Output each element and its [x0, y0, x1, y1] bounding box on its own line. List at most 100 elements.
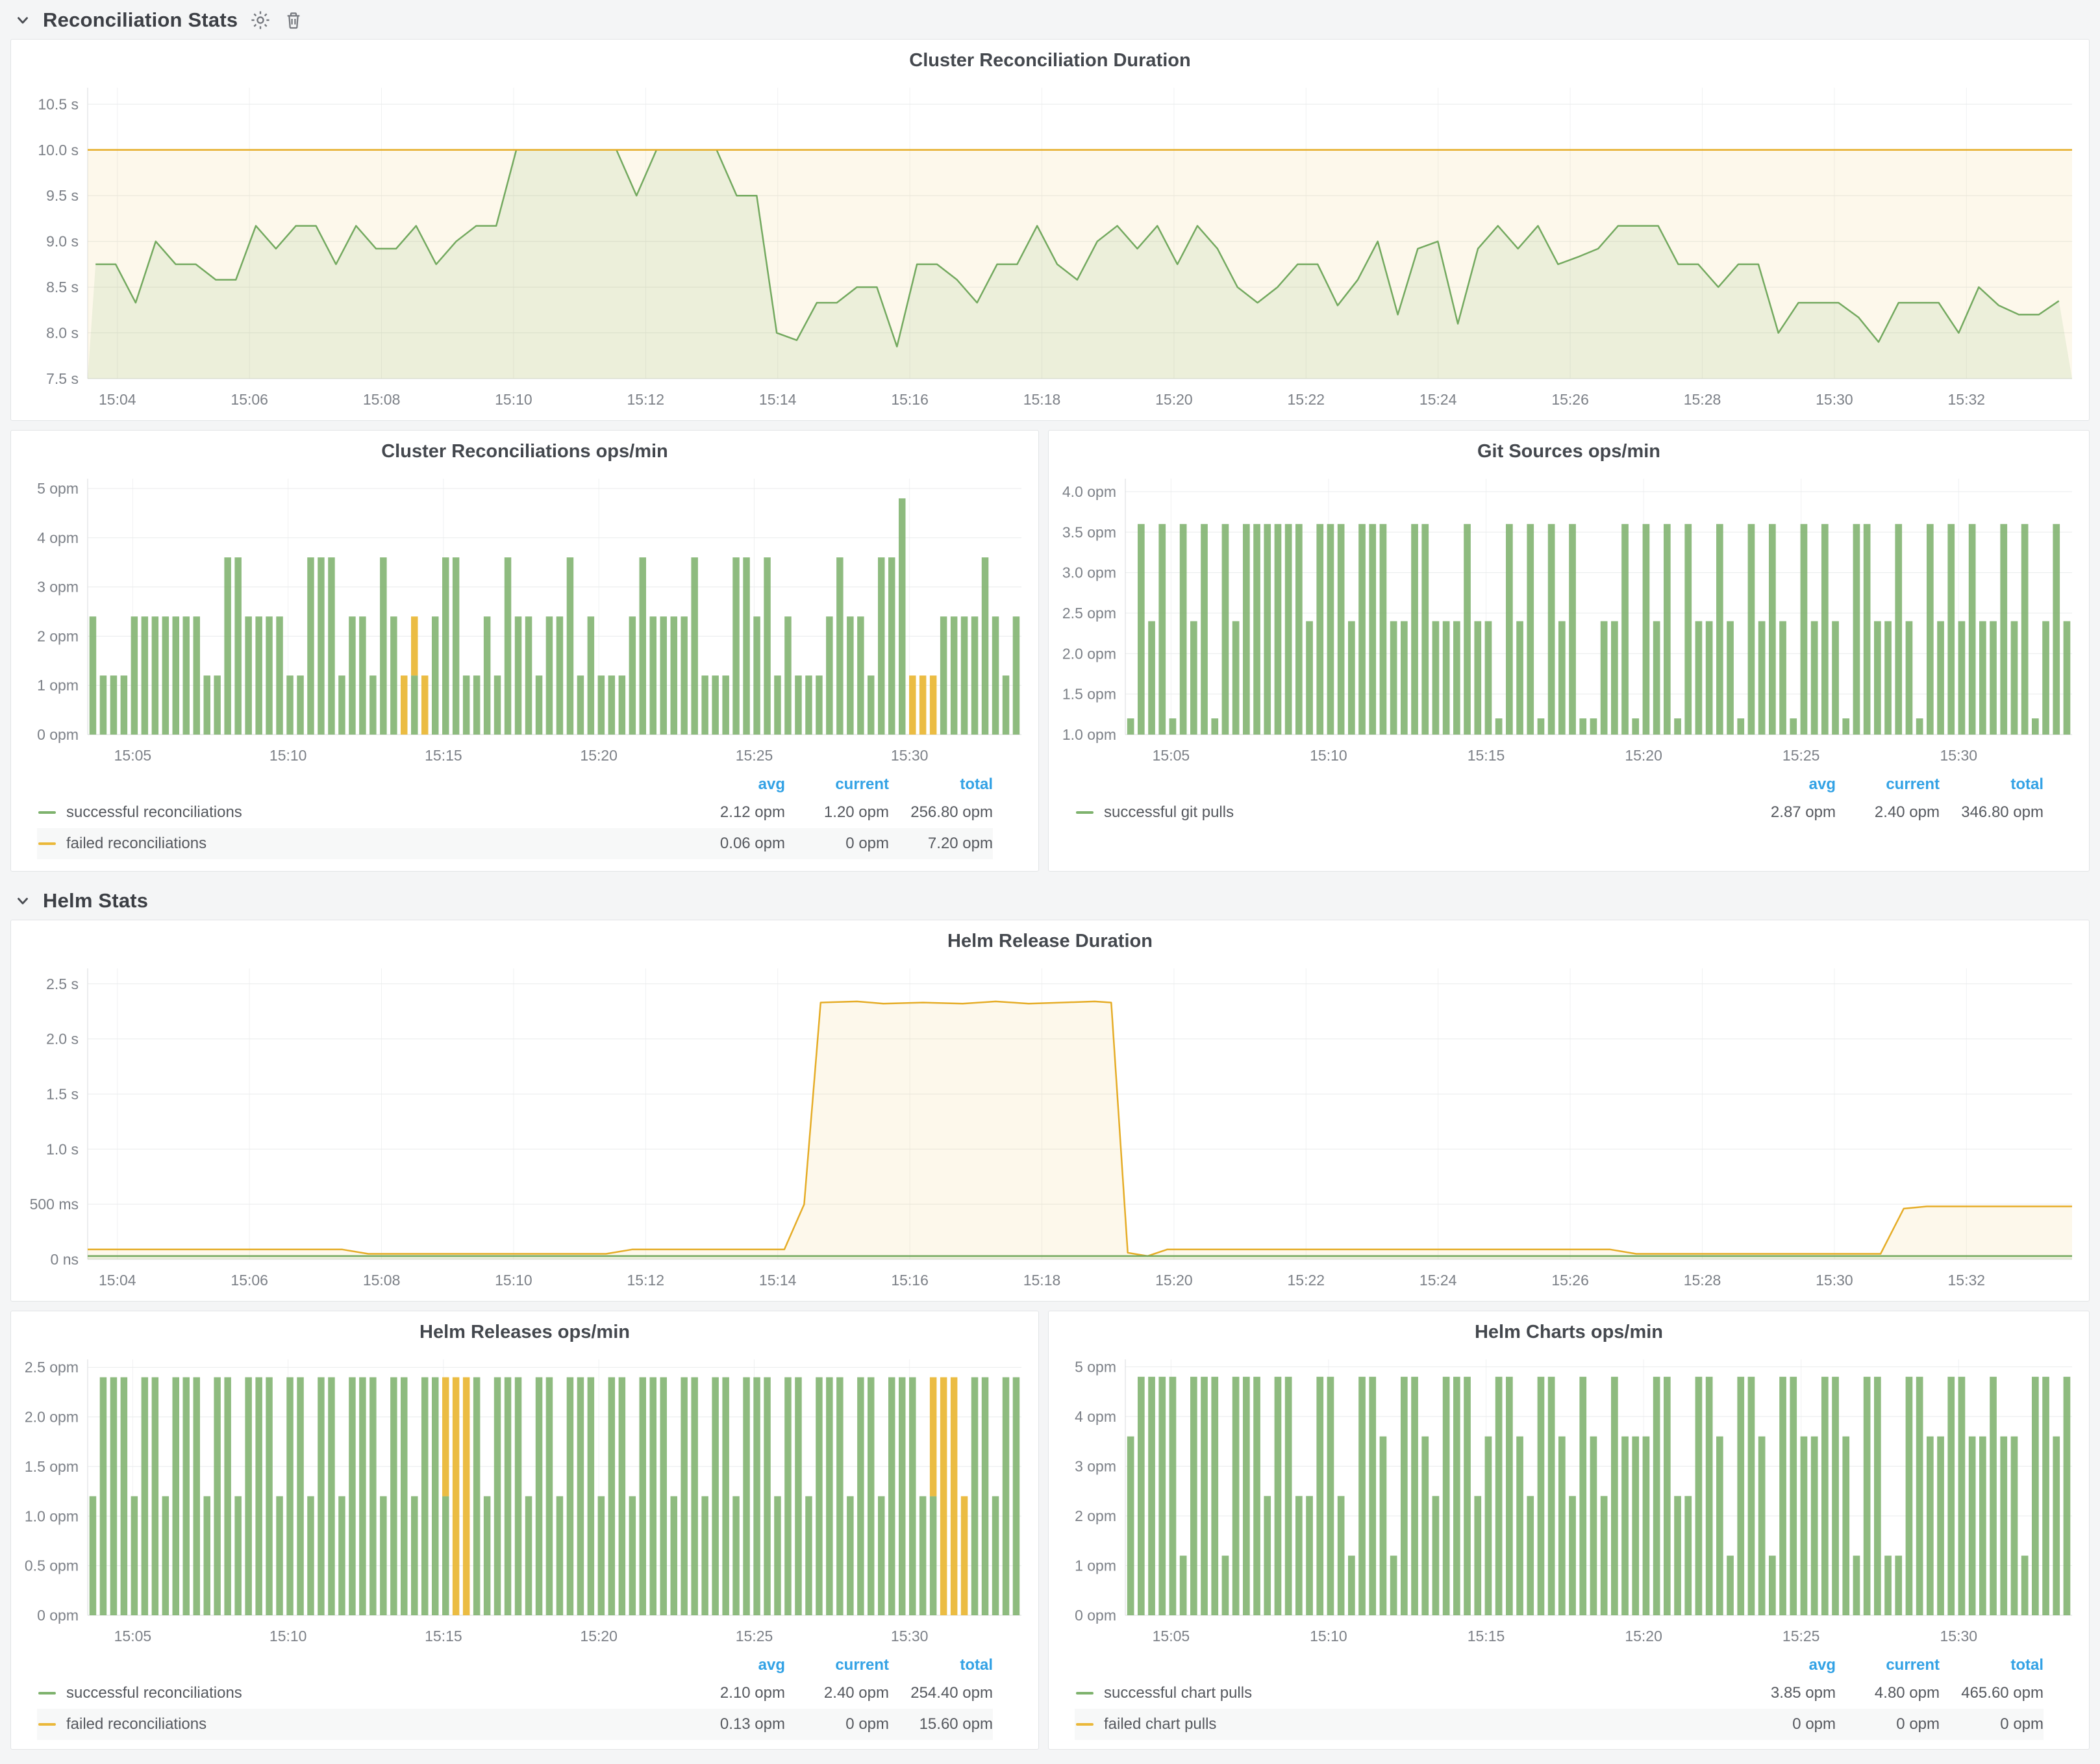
- series-avg: 2.12 opm: [681, 803, 785, 822]
- svg-text:15:05: 15:05: [1153, 1628, 1190, 1644]
- series-name[interactable]: successful chart pulls: [1104, 1684, 1732, 1702]
- series-name[interactable]: successful reconciliations: [66, 1684, 681, 1702]
- git-sources-chart[interactable]: 1.0 opm1.5 opm2.0 opm2.5 opm3.0 opm3.5 o…: [1049, 463, 2089, 771]
- svg-text:15:05: 15:05: [114, 747, 152, 764]
- legend-row: failed reconciliations 0.13 opm 0 opm 15…: [37, 1709, 993, 1740]
- panel-title[interactable]: Cluster Reconciliations ops/min: [11, 431, 1038, 463]
- panel-title[interactable]: Helm Release Duration: [11, 920, 2089, 953]
- legend-col-avg[interactable]: avg: [681, 1656, 785, 1674]
- svg-text:10.0 s: 10.0 s: [38, 142, 79, 158]
- legend-col-avg[interactable]: avg: [1732, 1656, 1836, 1674]
- svg-text:0 opm: 0 opm: [1075, 1607, 1116, 1624]
- svg-text:4 opm: 4 opm: [1075, 1408, 1116, 1425]
- panel-helm-release-duration: Helm Release Duration 0 ns500 ms1.0 s1.5…: [10, 920, 2090, 1302]
- legend: avg current total successful chart pulls…: [1049, 1652, 2089, 1746]
- svg-text:15:32: 15:32: [1948, 391, 1986, 408]
- svg-text:15:05: 15:05: [114, 1628, 152, 1644]
- svg-text:15:08: 15:08: [363, 391, 401, 408]
- cluster-reconciliations-chart[interactable]: 0 opm1 opm2 opm3 opm4 opm5 opm15:0515:10…: [11, 463, 1038, 771]
- svg-text:15:10: 15:10: [269, 747, 307, 764]
- svg-text:15:10: 15:10: [269, 1628, 307, 1644]
- legend-col-current[interactable]: current: [785, 1656, 889, 1674]
- legend-col-total[interactable]: total: [1940, 1656, 2044, 1674]
- legend: avg current total successful reconciliat…: [11, 1652, 1038, 1746]
- svg-text:15:26: 15:26: [1551, 1272, 1589, 1289]
- svg-text:15:30: 15:30: [1940, 1628, 1978, 1644]
- panel-title[interactable]: Git Sources ops/min: [1049, 431, 2089, 463]
- series-color-dash: [1076, 811, 1094, 814]
- svg-text:15:16: 15:16: [891, 1272, 929, 1289]
- svg-text:15:25: 15:25: [736, 1628, 773, 1644]
- panel-title[interactable]: Helm Charts ops/min: [1049, 1311, 2089, 1344]
- legend-col-total[interactable]: total: [889, 1656, 993, 1674]
- series-avg: 0.06 opm: [681, 835, 785, 853]
- trash-icon[interactable]: [283, 10, 304, 31]
- svg-text:15:14: 15:14: [759, 1272, 797, 1289]
- svg-text:15:12: 15:12: [627, 1272, 665, 1289]
- legend-row: failed chart pulls 0 opm 0 opm 0 opm: [1075, 1709, 2044, 1740]
- chevron-down-icon[interactable]: [14, 12, 31, 29]
- legend-col-avg[interactable]: avg: [1732, 775, 1836, 794]
- svg-text:15:26: 15:26: [1551, 391, 1589, 408]
- series-current: 4.80 opm: [1836, 1684, 1940, 1702]
- svg-text:15:15: 15:15: [1468, 1628, 1505, 1644]
- series-total: 15.60 opm: [889, 1715, 993, 1733]
- svg-text:15:10: 15:10: [1310, 747, 1347, 764]
- series-current: 0 opm: [785, 1715, 889, 1733]
- svg-text:15:06: 15:06: [231, 1272, 268, 1289]
- series-avg: 2.10 opm: [681, 1684, 785, 1702]
- legend-col-total[interactable]: total: [1940, 775, 2044, 794]
- helm-release-duration-chart[interactable]: 0 ns500 ms1.0 s1.5 s2.0 s2.5 s15:0415:06…: [11, 953, 2089, 1296]
- legend-col-total[interactable]: total: [889, 775, 993, 794]
- series-name[interactable]: successful reconciliations: [66, 803, 681, 822]
- svg-text:15:30: 15:30: [891, 747, 929, 764]
- series-name[interactable]: failed reconciliations: [66, 835, 681, 853]
- svg-text:15:18: 15:18: [1023, 1272, 1061, 1289]
- chevron-down-icon[interactable]: [14, 892, 31, 909]
- svg-text:2.5 opm: 2.5 opm: [1062, 605, 1116, 622]
- series-total: 0 opm: [1940, 1715, 2044, 1733]
- svg-text:15:16: 15:16: [891, 391, 929, 408]
- panel-title[interactable]: Helm Releases ops/min: [11, 1311, 1038, 1344]
- series-color-dash: [38, 1692, 56, 1695]
- svg-text:15:28: 15:28: [1684, 391, 1721, 408]
- series-name[interactable]: failed chart pulls: [1104, 1715, 1732, 1733]
- helm-charts-chart[interactable]: 0 opm1 opm2 opm3 opm4 opm5 opm15:0515:10…: [1049, 1344, 2089, 1652]
- series-name[interactable]: successful git pulls: [1104, 803, 1732, 822]
- svg-text:15:04: 15:04: [99, 1272, 136, 1289]
- svg-text:15:20: 15:20: [1155, 1272, 1193, 1289]
- svg-text:15:18: 15:18: [1023, 391, 1061, 408]
- svg-text:15:10: 15:10: [1310, 1628, 1347, 1644]
- svg-text:15:30: 15:30: [1816, 1272, 1853, 1289]
- series-total: 346.80 opm: [1940, 803, 2044, 822]
- legend-col-current[interactable]: current: [1836, 1656, 1940, 1674]
- helm-releases-chart[interactable]: 0 opm0.5 opm1.0 opm1.5 opm2.0 opm2.5 opm…: [11, 1344, 1038, 1652]
- svg-text:1.5 opm: 1.5 opm: [25, 1458, 79, 1475]
- svg-text:15:15: 15:15: [425, 747, 462, 764]
- svg-text:2 opm: 2 opm: [1075, 1507, 1116, 1524]
- gear-icon[interactable]: [249, 9, 271, 31]
- svg-text:15:25: 15:25: [1782, 1628, 1820, 1644]
- legend: avg current total successful reconciliat…: [11, 771, 1038, 866]
- series-current: 2.40 opm: [785, 1684, 889, 1702]
- legend-col-current[interactable]: current: [1836, 775, 1940, 794]
- legend-col-current[interactable]: current: [785, 775, 889, 794]
- legend-col-avg[interactable]: avg: [681, 775, 785, 794]
- series-current: 2.40 opm: [1836, 803, 1940, 822]
- series-name[interactable]: failed reconciliations: [66, 1715, 681, 1733]
- svg-text:1.5 opm: 1.5 opm: [1062, 686, 1116, 703]
- series-total: 254.40 opm: [889, 1684, 993, 1702]
- section-header-helm[interactable]: Helm Stats: [0, 881, 2100, 920]
- series-total: 7.20 opm: [889, 835, 993, 853]
- svg-text:15:28: 15:28: [1684, 1272, 1721, 1289]
- svg-text:9.5 s: 9.5 s: [46, 187, 79, 204]
- cluster-reconciliation-duration-chart[interactable]: 7.5 s8.0 s8.5 s9.0 s9.5 s10.0 s10.5 s15:…: [11, 72, 2089, 415]
- legend-row: successful chart pulls 3.85 opm 4.80 opm…: [1075, 1678, 2044, 1709]
- section-header-reconciliation[interactable]: Reconciliation Stats: [0, 0, 2100, 39]
- svg-text:0.5 opm: 0.5 opm: [25, 1557, 79, 1574]
- panel-title[interactable]: Cluster Reconciliation Duration: [11, 40, 2089, 72]
- svg-text:15:04: 15:04: [99, 391, 136, 408]
- svg-text:3.0 opm: 3.0 opm: [1062, 564, 1116, 581]
- svg-text:15:20: 15:20: [1155, 391, 1193, 408]
- series-current: 0 opm: [1836, 1715, 1940, 1733]
